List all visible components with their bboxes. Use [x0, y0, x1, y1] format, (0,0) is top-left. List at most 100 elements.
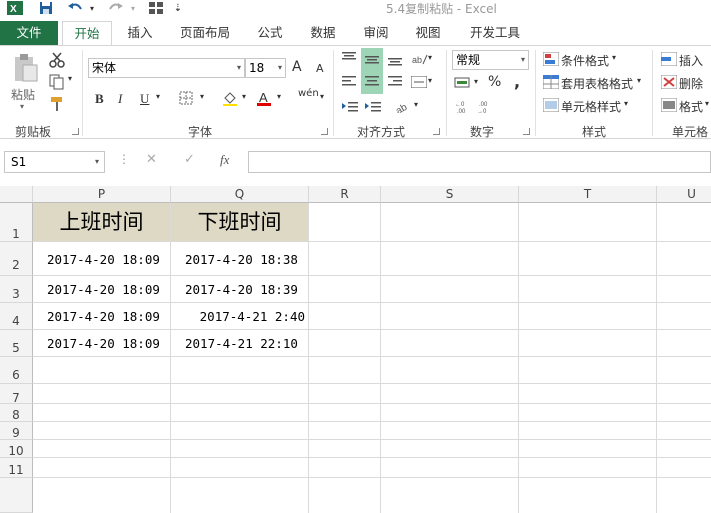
tab-formulas[interactable]: 公式	[250, 21, 290, 45]
cell-styles-dropdown-icon[interactable]: ▾	[624, 99, 628, 108]
format-as-table-button[interactable]: 套用表格格式	[561, 75, 633, 92]
orientation-dropdown-icon[interactable]: ▾	[428, 53, 432, 62]
format-painter-icon[interactable]	[46, 94, 68, 114]
format-cells-icon[interactable]	[660, 97, 678, 113]
row-header-11[interactable]: 11	[0, 458, 33, 478]
align-bottom-icon[interactable]	[387, 52, 403, 68]
font-color-dropdown-icon[interactable]: ▾	[277, 92, 281, 101]
italic-button[interactable]: I	[118, 91, 122, 107]
row-header-4[interactable]: 4	[0, 303, 33, 330]
enter-icon[interactable]: ✓	[184, 152, 195, 167]
align-middle-icon[interactable]	[364, 52, 380, 68]
fill-color-dropdown-icon[interactable]: ▾	[242, 92, 246, 101]
align-center-icon[interactable]	[364, 74, 380, 90]
delete-cells-button[interactable]: 删除	[679, 75, 703, 92]
phonetic-guide-button[interactable]: wén	[298, 88, 319, 99]
column-header-q[interactable]: Q	[171, 186, 309, 203]
tab-insert[interactable]: 插入	[120, 21, 160, 45]
text-direction-icon[interactable]: ab	[410, 50, 430, 68]
tab-data[interactable]: 数据	[303, 21, 343, 45]
merge-center-icon[interactable]	[410, 74, 428, 90]
cancel-icon[interactable]: ✕	[146, 152, 157, 167]
row-header-3[interactable]: 3	[0, 276, 33, 303]
font-color-icon[interactable]: A	[254, 88, 274, 108]
insert-cells-button[interactable]: 插入	[679, 52, 703, 69]
shrink-font-button[interactable]: A	[316, 62, 324, 75]
row-header-1[interactable]: 1	[0, 203, 33, 242]
table-dropdown-icon[interactable]: ▾	[637, 76, 641, 85]
tab-page-layout[interactable]: 页面布局	[172, 21, 238, 45]
tab-developer[interactable]: 开发工具	[462, 21, 528, 45]
copy-dropdown-icon[interactable]: ▾	[68, 74, 72, 83]
underline-dropdown-icon[interactable]: ▾	[156, 92, 160, 101]
column-header-t[interactable]: T	[519, 186, 657, 203]
insert-cells-icon[interactable]	[660, 51, 678, 67]
paste-icon[interactable]	[8, 52, 42, 84]
cell-q3[interactable]: 2017-4-20 18:39	[171, 276, 309, 303]
copy-icon[interactable]	[46, 72, 68, 92]
conditional-format-button[interactable]: 条件格式	[561, 52, 609, 69]
align-right-icon[interactable]	[387, 74, 403, 90]
column-header-u[interactable]: U	[657, 186, 711, 203]
bold-button[interactable]: B	[95, 91, 104, 107]
font-family-select[interactable]: 宋体 ▾	[88, 58, 245, 78]
cell-p3[interactable]: 2017-4-20 18:09	[33, 276, 171, 303]
orientation-2-dropdown-icon[interactable]: ▾	[414, 100, 418, 109]
name-box[interactable]: S1 ▾	[4, 151, 105, 173]
increase-decimal-icon[interactable]: ←0.00	[454, 98, 474, 116]
insert-function-button[interactable]: fx	[220, 152, 229, 168]
cut-icon[interactable]	[46, 50, 68, 70]
increase-indent-icon[interactable]	[364, 98, 382, 114]
redo-icon[interactable]	[106, 0, 126, 16]
row-header-7[interactable]: 7	[0, 384, 33, 405]
orientation-icon[interactable]: ab	[394, 98, 412, 114]
tab-view[interactable]: 视图	[408, 21, 448, 45]
percent-button[interactable]: %	[488, 74, 501, 90]
comma-button[interactable]: ,	[514, 72, 520, 91]
cell-p1[interactable]: 上班时间	[33, 203, 171, 242]
decrease-decimal-icon[interactable]: .00 →0	[476, 98, 496, 116]
cell-p4[interactable]: 2017-4-20 18:09	[33, 303, 171, 330]
merge-dropdown-icon[interactable]: ▾	[428, 76, 432, 85]
column-header-r[interactable]: R	[309, 186, 381, 203]
border-icon[interactable]	[176, 88, 196, 108]
align-top-icon[interactable]	[341, 50, 357, 66]
cell-q2[interactable]: 2017-4-20 18:38	[171, 242, 309, 276]
accounting-format-icon[interactable]	[452, 74, 474, 92]
number-launcher-icon[interactable]	[523, 128, 530, 135]
delete-cells-icon[interactable]	[660, 74, 678, 90]
formula-input[interactable]	[248, 151, 711, 173]
font-size-select[interactable]: 18 ▾	[245, 58, 286, 78]
align-left-icon[interactable]	[341, 74, 357, 90]
alignment-launcher-icon[interactable]	[433, 128, 440, 135]
paste-dropdown-icon[interactable]: ▾	[20, 102, 24, 111]
format-cells-button[interactable]: 格式	[679, 98, 703, 115]
grow-font-button[interactable]: A	[292, 59, 302, 75]
format-cells-dropdown-icon[interactable]: ▾	[705, 99, 709, 108]
cell-p2[interactable]: 2017-4-20 18:09	[33, 242, 171, 276]
column-header-p[interactable]: P	[33, 186, 171, 203]
cell-q1[interactable]: 下班时间	[171, 203, 309, 242]
redo-dropdown-icon[interactable]: ▾	[128, 0, 138, 16]
cell-q5[interactable]: 2017-4-21 22:10	[171, 330, 309, 357]
format-as-table-icon[interactable]	[542, 74, 560, 90]
tab-home[interactable]: 开始	[62, 21, 112, 46]
cell-styles-button[interactable]: 单元格样式	[561, 98, 621, 115]
clipboard-launcher-icon[interactable]	[72, 128, 79, 135]
more-options-icon[interactable]: ⋮	[118, 152, 130, 166]
cell-p5[interactable]: 2017-4-20 18:09	[33, 330, 171, 357]
save-icon[interactable]	[36, 0, 56, 16]
tab-review[interactable]: 审阅	[356, 21, 396, 45]
row-header-6[interactable]: 6	[0, 357, 33, 384]
paste-button[interactable]: 粘贴	[11, 86, 35, 103]
phonetic-dropdown-icon[interactable]: ▾	[320, 92, 324, 101]
undo-dropdown-icon[interactable]: ▾	[86, 0, 98, 16]
conditional-dropdown-icon[interactable]: ▾	[612, 53, 616, 62]
cell-styles-icon[interactable]	[542, 97, 560, 113]
border-dropdown-icon[interactable]: ▾	[200, 92, 204, 101]
font-launcher-icon[interactable]	[321, 128, 328, 135]
decrease-indent-icon[interactable]	[341, 98, 359, 114]
select-all-corner[interactable]	[0, 186, 33, 203]
undo-icon[interactable]	[64, 0, 86, 16]
row-header-2[interactable]: 2	[0, 242, 33, 276]
